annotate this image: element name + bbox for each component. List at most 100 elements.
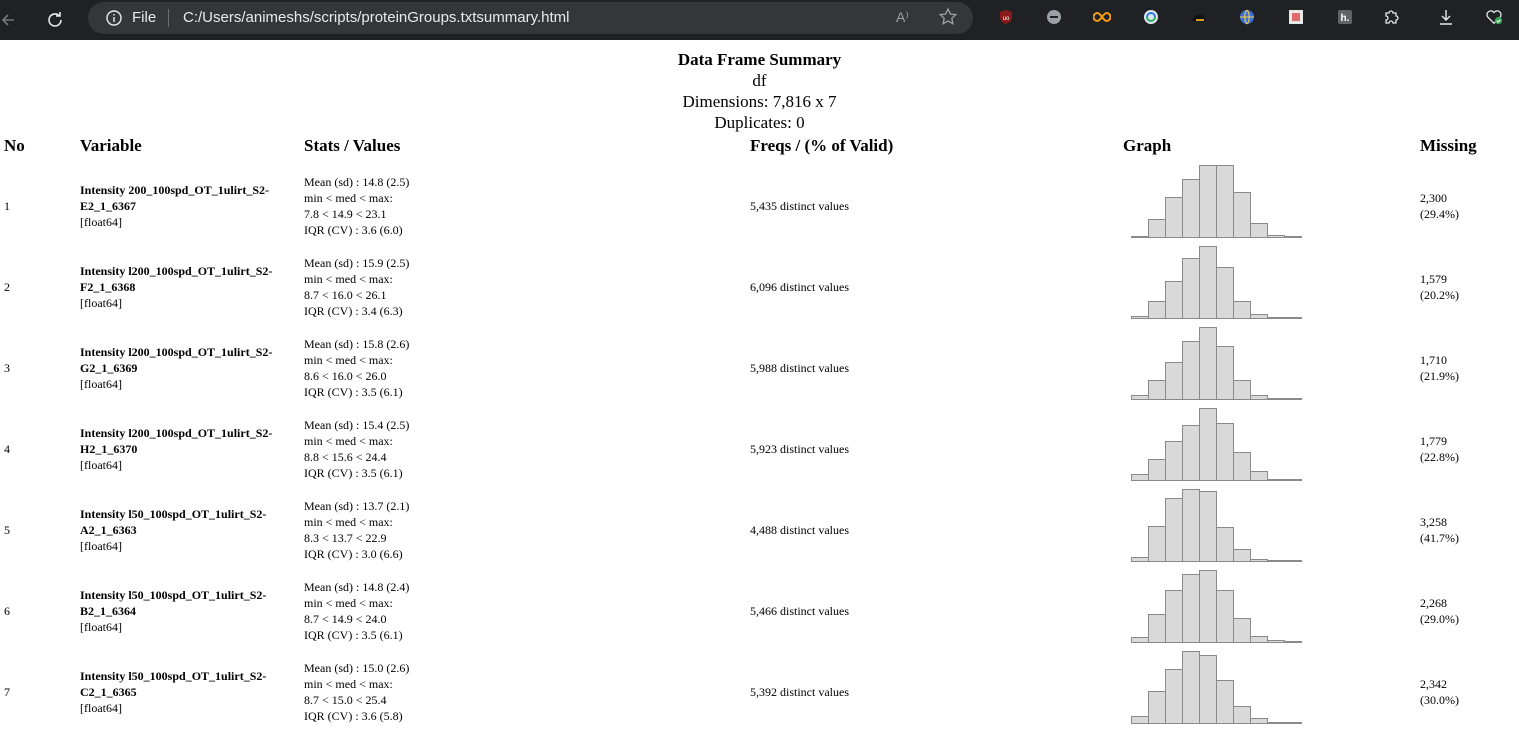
stat-range-values: 8.7 < 16.0 < 26.1 (304, 288, 387, 302)
info-icon[interactable] (106, 10, 122, 26)
histogram-bar (1216, 267, 1234, 319)
download-icon[interactable] (1437, 8, 1455, 26)
column-header-variable: Variable (80, 136, 142, 155)
back-arrow-icon[interactable] (0, 8, 20, 32)
histogram-bar (1267, 560, 1285, 562)
stat-range-label: min < med < max: (304, 191, 393, 205)
histogram-bar (1284, 641, 1302, 643)
stat-iqr: IQR (CV) : 3.6 (5.8) (304, 709, 403, 723)
histogram-bar (1182, 425, 1200, 481)
variable-name-line1: Intensity l200_100spd_OT_1ulirt_S2- (80, 345, 273, 359)
missing-count: 1,779 (1420, 434, 1447, 448)
stat-mean: Mean (sd) : 15.9 (2.5) (304, 256, 410, 270)
column-header-no: No (4, 136, 25, 155)
mouse-extension-icon[interactable] (1190, 8, 1208, 26)
url-text[interactable]: C:/Users/animeshs/scripts/proteinGroups.… (183, 9, 570, 26)
histogram-bar (1284, 317, 1302, 319)
histogram-bar (1182, 489, 1200, 562)
stats-cell: Mean (sd) : 14.8 (2.4) min < med < max: 8.… (304, 579, 409, 643)
h-extension-icon[interactable]: h. (1336, 8, 1354, 26)
histogram-bar (1284, 722, 1302, 724)
stat-mean: Mean (sd) : 14.8 (2.5) (304, 175, 410, 189)
histogram-bar (1131, 395, 1149, 400)
favorite-star-icon[interactable] (938, 7, 958, 27)
ublock-icon[interactable]: uo (997, 8, 1015, 26)
histogram-bar (1131, 716, 1149, 724)
histogram-bar (1148, 691, 1166, 724)
histogram-bar (1165, 197, 1183, 238)
histogram-bar (1216, 680, 1234, 724)
table-row: 3 Intensity l200_100spd_OT_1ulirt_S2- G2_1… (0, 327, 1519, 408)
histogram-bar (1165, 590, 1183, 643)
histogram-bar (1284, 479, 1302, 481)
freqs-cell: 5,923 distinct values (750, 442, 849, 456)
variable-name-line1: Intensity 200_100spd_OT_1ulirt_S2- (80, 183, 270, 197)
histogram-bar (1216, 590, 1234, 643)
table-row: 7 Intensity l50_100spd_OT_1ulirt_S2- C2_1_… (0, 651, 1519, 732)
read-aloud-icon[interactable]: A⁾ (896, 9, 909, 26)
histogram-graph (1131, 408, 1303, 481)
stat-range-values: 8.6 < 16.0 < 26.0 (304, 369, 387, 383)
histogram-bar (1182, 651, 1200, 724)
histogram-svg (1131, 651, 1302, 724)
variable-cell: Intensity l200_100spd_OT_1ulirt_S2- G2_1_… (80, 344, 300, 392)
histogram-bar (1199, 408, 1217, 481)
reload-icon[interactable] (43, 8, 67, 32)
histogram-bar (1233, 549, 1251, 562)
variable-cell: Intensity 200_100spd_OT_1ulirt_S2- E2_1_6… (80, 182, 300, 230)
row-number: 7 (4, 685, 10, 699)
histogram-bar (1199, 570, 1217, 643)
histogram-graph (1131, 246, 1303, 319)
histogram-bar (1267, 317, 1285, 319)
stat-mean: Mean (sd) : 15.0 (2.6) (304, 661, 410, 675)
stat-range-values: 8.7 < 15.0 < 25.4 (304, 693, 387, 707)
missing-cell: 1,710 (21.9%) (1420, 352, 1459, 384)
stat-range-label: min < med < max: (304, 677, 393, 691)
histogram-bar (1233, 618, 1251, 643)
stat-iqr: IQR (CV) : 3.5 (6.1) (304, 385, 403, 399)
histogram-bar (1131, 316, 1149, 319)
variable-type: [float64] (80, 215, 122, 229)
histogram-bar (1131, 557, 1149, 562)
health-status-icon[interactable] (1485, 8, 1503, 26)
stat-iqr: IQR (CV) : 3.4 (6.3) (304, 304, 403, 318)
histogram-bar (1233, 452, 1251, 481)
histogram-bar (1199, 165, 1217, 238)
missing-percent: (30.0%) (1420, 693, 1459, 707)
histogram-bar (1165, 362, 1183, 400)
variable-name-line1: Intensity l50_100spd_OT_1ulirt_S2- (80, 669, 267, 683)
variable-type: [float64] (80, 296, 122, 310)
row-number: 3 (4, 361, 10, 375)
variable-cell: Intensity l50_100spd_OT_1ulirt_S2- B2_1_6… (80, 587, 300, 635)
freqs-cell: 5,466 distinct values (750, 604, 849, 618)
missing-count: 1,710 (1420, 353, 1447, 367)
infinity-extension-icon[interactable] (1093, 8, 1111, 26)
address-bar[interactable]: File C:/Users/animeshs/scripts/proteinGr… (88, 2, 973, 34)
globe-extension-icon[interactable] (1238, 8, 1256, 26)
row-number: 1 (4, 199, 10, 213)
histogram-bar (1267, 398, 1285, 400)
profile-extension-icon[interactable] (1045, 8, 1063, 26)
histogram-bar (1233, 192, 1251, 238)
stat-range-values: 7.8 < 14.9 < 23.1 (304, 207, 387, 221)
variable-name-line1: Intensity l50_100spd_OT_1ulirt_S2- (80, 588, 267, 602)
histogram-bar (1250, 471, 1268, 481)
grammar-extension-icon[interactable] (1142, 8, 1160, 26)
extensions-puzzle-icon[interactable] (1382, 8, 1400, 26)
variable-cell: Intensity l200_100spd_OT_1ulirt_S2- H2_1_… (80, 425, 300, 473)
histogram-bar (1250, 636, 1268, 643)
duplicates-text: Duplicates: 0 (714, 113, 805, 132)
histogram-bar (1165, 498, 1183, 562)
missing-count: 2,268 (1420, 596, 1447, 610)
missing-cell: 2,300 (29.4%) (1420, 190, 1459, 222)
stat-iqr: IQR (CV) : 3.5 (6.1) (304, 628, 403, 642)
variable-name-line2: A2_1_6363 (80, 523, 137, 537)
missing-percent: (22.8%) (1420, 450, 1459, 464)
variable-cell: Intensity l50_100spd_OT_1ulirt_S2- C2_1_6… (80, 668, 300, 716)
image-extension-icon[interactable] (1287, 8, 1305, 26)
histogram-bar (1165, 441, 1183, 481)
file-scheme-label[interactable]: File (132, 9, 156, 26)
histogram-bar (1199, 327, 1217, 400)
histogram-bar (1148, 614, 1166, 643)
variable-name-line1: Intensity l200_100spd_OT_1ulirt_S2- (80, 264, 273, 278)
